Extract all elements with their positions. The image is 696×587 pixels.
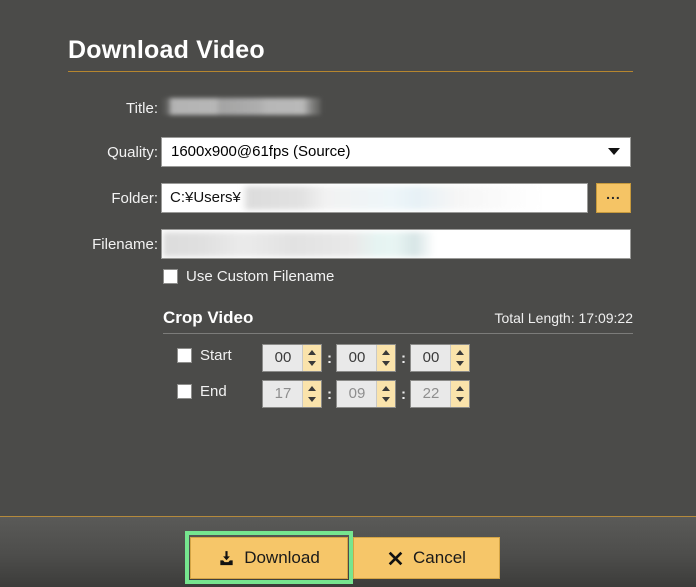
crop-end-minutes-stepper[interactable]: 09 (336, 380, 396, 408)
chevron-down-icon[interactable] (382, 361, 390, 366)
crop-end-separator-1: : (327, 386, 332, 403)
crop-start-minutes-value: 00 (348, 349, 366, 366)
cancel-button[interactable]: Cancel (353, 537, 500, 579)
chevron-down-icon (608, 148, 620, 155)
folder-browse-button[interactable]: ... (596, 183, 631, 213)
crop-start-seconds-value: 00 (422, 349, 440, 366)
chevron-down-icon[interactable] (382, 397, 390, 402)
crop-end-separator-2: : (401, 386, 406, 403)
total-length-label: Total Length: 17:09:22 (494, 310, 633, 326)
chevron-up-icon[interactable] (456, 386, 464, 391)
crop-start-separator-1: : (327, 350, 332, 367)
folder-field-label: Folder: (111, 190, 158, 207)
chevron-down-icon[interactable] (308, 397, 316, 402)
folder-value-redacted (242, 186, 572, 210)
download-button-label: Download (244, 548, 320, 567)
crop-start-minutes-spin-buttons[interactable] (376, 345, 395, 371)
crop-end-seconds-value: 22 (422, 385, 440, 402)
crop-start-seconds-spin-buttons[interactable] (450, 345, 469, 371)
crop-end-seconds-stepper[interactable]: 22 (410, 380, 470, 408)
title-value-redacted (163, 98, 321, 115)
crop-end-minutes-value: 09 (348, 385, 366, 402)
ellipsis-icon: ... (606, 186, 621, 202)
crop-video-section-title: Crop Video (163, 308, 254, 327)
chevron-up-icon[interactable] (308, 350, 316, 355)
close-x-icon (387, 550, 404, 567)
folder-input[interactable]: C:¥Users¥ (161, 183, 588, 213)
crop-start-label: Start (200, 347, 232, 364)
crop-end-seconds-spin-buttons[interactable] (450, 381, 469, 407)
crop-start-hours-stepper[interactable]: 00 (262, 344, 322, 372)
folder-input-value: C:¥Users¥ (170, 189, 241, 206)
download-tray-icon (218, 550, 235, 567)
crop-end-minutes-spin-buttons[interactable] (376, 381, 395, 407)
crop-start-hours-value: 00 (274, 349, 292, 366)
title-field-label: Title: (126, 100, 158, 117)
crop-end-hours-value: 17 (274, 385, 292, 402)
crop-start-seconds-stepper[interactable]: 00 (410, 344, 470, 372)
filename-field-label: Filename: (92, 236, 158, 253)
quality-field-label: Quality: (107, 144, 158, 161)
dialog-footer (0, 517, 696, 587)
chevron-down-icon[interactable] (456, 361, 464, 366)
quality-select[interactable]: 1600x900@61fps (Source) (161, 137, 631, 167)
crop-start-minutes-stepper[interactable]: 00 (336, 344, 396, 372)
chevron-up-icon[interactable] (382, 386, 390, 391)
quality-select-value: 1600x900@61fps (Source) (171, 143, 351, 160)
crop-end-label: End (200, 383, 227, 400)
filename-value-redacted (163, 232, 463, 257)
crop-start-hours-spin-buttons[interactable] (302, 345, 321, 371)
chevron-up-icon[interactable] (308, 386, 316, 391)
crop-start-separator-2: : (401, 350, 406, 367)
download-video-dialog: Download Video Title: Quality: 1600x900@… (0, 0, 696, 587)
use-custom-filename-label: Use Custom Filename (186, 268, 335, 285)
title-divider (68, 71, 633, 72)
crop-start-checkbox[interactable] (177, 348, 192, 363)
crop-section-divider (163, 333, 633, 334)
chevron-down-icon[interactable] (456, 397, 464, 402)
download-button[interactable]: Download (190, 537, 348, 579)
use-custom-filename-checkbox[interactable] (163, 269, 178, 284)
crop-end-checkbox[interactable] (177, 384, 192, 399)
footer-divider (0, 516, 696, 517)
crop-end-hours-spin-buttons[interactable] (302, 381, 321, 407)
chevron-up-icon[interactable] (382, 350, 390, 355)
cancel-button-label: Cancel (413, 548, 466, 567)
chevron-down-icon[interactable] (308, 361, 316, 366)
crop-end-hours-stepper[interactable]: 17 (262, 380, 322, 408)
chevron-up-icon[interactable] (456, 350, 464, 355)
page-title: Download Video (68, 36, 265, 64)
filename-input[interactable] (161, 229, 631, 259)
